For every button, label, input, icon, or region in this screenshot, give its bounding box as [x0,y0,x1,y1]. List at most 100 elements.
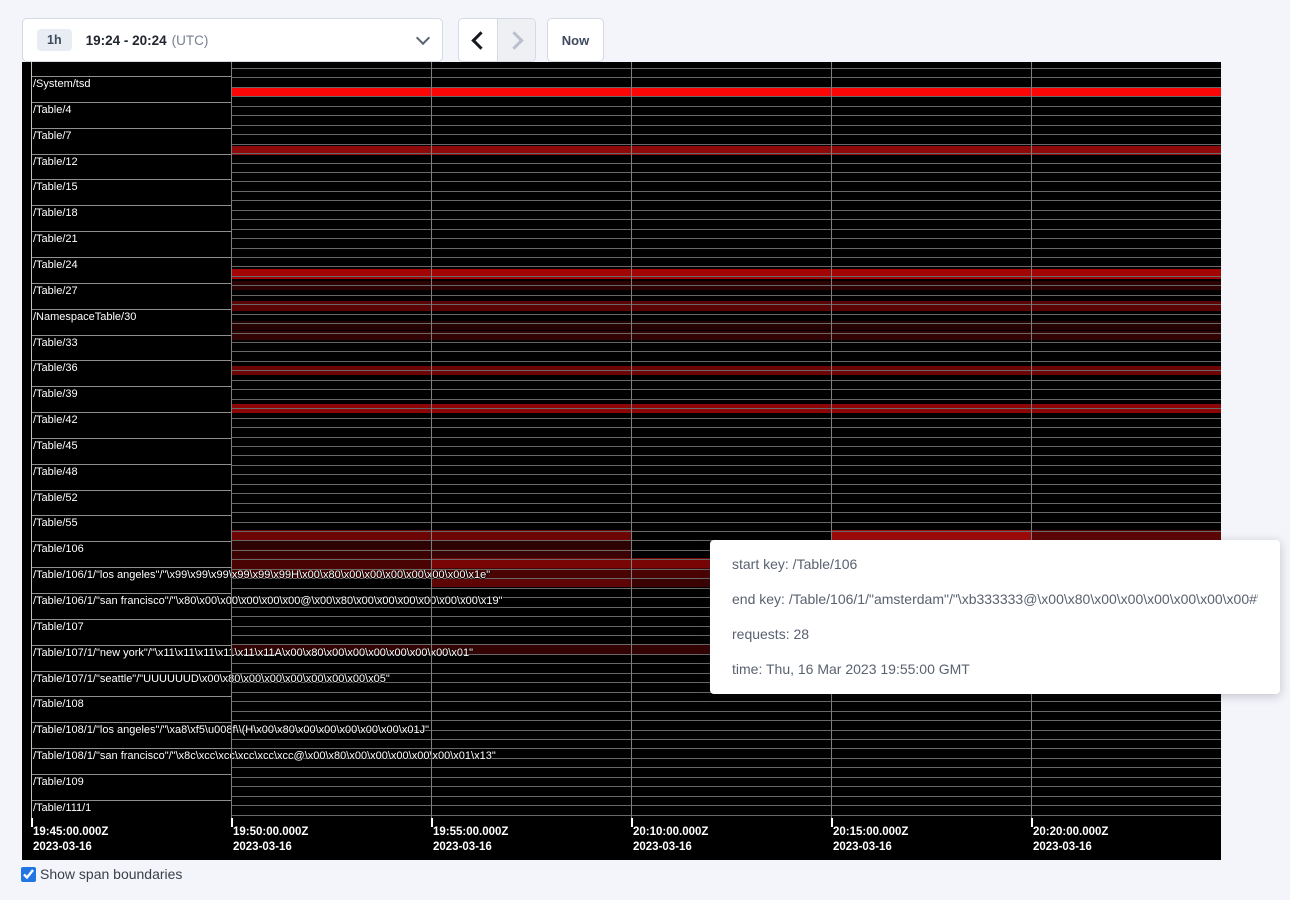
row-label: /Table/55 [33,517,78,530]
show-span-boundaries-checkbox[interactable] [21,867,36,882]
row-label: /System/tsd [33,78,90,91]
row-label: /Table/36 [33,362,78,375]
span-boundary-line [231,361,1221,362]
span-boundary-line [231,295,1221,296]
row-label: /Table/106/1/"san francisco"/"\x80\x00\x… [33,595,503,608]
span-boundary-line [231,493,1221,494]
row-boundary-line [31,128,231,129]
row-boundary-line [31,179,231,180]
row-label: /Table/109 [33,776,84,789]
row-label: /Table/107/1/"seattle"/"UUUUUUD\x00\x80\… [33,673,390,686]
x-axis-label: 20:15:00.000Z 2023-03-16 [833,825,908,855]
row-label: /Table/7 [33,130,72,143]
next-range-button[interactable] [497,19,535,61]
tooltip-time: time: Thu, 16 Mar 2023 19:55:00 GMT [732,660,1258,679]
x-axis-label: 19:50:00.000Z 2023-03-16 [233,825,308,855]
row-label: /Table/27 [33,285,78,298]
row-boundary-line [31,464,231,465]
row-boundary-line [31,154,231,155]
column-gridline [431,62,432,820]
heat-band [231,301,1221,311]
span-boundary-line [231,333,1221,334]
span-boundary-line [231,474,1221,475]
x-axis-label: 20:10:00.000Z 2023-03-16 [633,825,708,855]
span-boundary-line [231,68,1221,69]
show-span-boundaries-label[interactable]: Show span boundaries [40,866,182,882]
row-boundary-line [31,360,231,361]
y-axis-line [31,62,32,826]
x-axis-label: 19:45:00.000Z 2023-03-16 [33,825,108,855]
row-boundary-line [31,309,231,310]
span-boundary-line [231,786,1221,787]
span-boundary-line [231,238,1221,239]
span-boundary-line [231,181,1221,182]
row-label: /NamespaceTable/30 [33,311,136,324]
span-boundary-line [231,144,1221,145]
span-boundary-line [231,87,1221,88]
span-boundary-line [231,455,1221,456]
row-boundary-line [31,490,231,491]
span-boundary-line [231,96,1221,97]
span-boundary-line [231,200,1221,201]
heatmap-canvas[interactable]: /System/tsd/Table/4/Table/7/Table/12/Tab… [22,62,1221,860]
row-boundary-line [31,438,231,439]
prev-range-button[interactable] [459,19,497,61]
row-label: /Table/24 [33,259,78,272]
row-boundary-line [31,205,231,206]
span-boundary-line [231,701,1221,702]
range-preset-badge: 1h [37,29,72,51]
span-boundary-line [231,465,1221,466]
span-tooltip: start key: /Table/106 end key: /Table/10… [710,540,1280,694]
span-boundary-line [231,342,1221,343]
range-text: 19:24 - 20:24 [86,33,167,48]
toolbar: 1h 19:24 - 20:24 (UTC) Now [22,18,604,62]
row-boundary-line [31,800,231,801]
row-boundary-line [31,76,231,77]
span-boundary-line [231,134,1221,135]
row-boundary-line [31,671,231,672]
column-gridline [1031,62,1032,820]
span-boundary-line [231,153,1221,154]
row-label: /Table/39 [33,388,78,401]
span-boundary-line [231,512,1221,513]
span-boundary-line [231,748,1221,749]
row-label: /Table/106/1/"los angeles"/"\x99\x99\x99… [33,569,490,582]
range-zone-label: (UTC) [172,33,209,48]
span-boundary-line [231,285,1221,286]
span-boundary-line [231,427,1221,428]
row-boundary-line [31,722,231,723]
now-button[interactable]: Now [547,18,604,62]
span-boundary-line [231,248,1221,249]
span-boundary-line [231,484,1221,485]
row-boundary-line [31,774,231,775]
span-boundary-line [231,125,1221,126]
row-boundary-line [31,231,231,232]
row-label: /Table/108/1/"san francisco"/"\x8c\xcc\x… [33,750,496,763]
row-label: /Table/107 [33,621,84,634]
column-gridline [231,62,232,820]
span-boundary-line [231,522,1221,523]
span-boundary-line [231,304,1221,305]
x-axis-label: 19:55:00.000Z 2023-03-16 [433,825,508,855]
row-boundary-line [31,541,231,542]
tooltip-start-key: start key: /Table/106 [732,555,1258,574]
chevron-right-icon [505,31,523,49]
span-boundary-line [231,796,1221,797]
span-boundary-line [231,115,1221,116]
row-boundary-line [31,645,231,646]
row-label: /Table/111/1 [33,802,91,815]
row-label: /Table/12 [33,156,78,169]
row-label: /Table/21 [33,233,78,246]
row-label: /Table/48 [33,466,78,479]
heat-band [231,269,1221,279]
chevron-down-icon [416,31,430,45]
row-boundary-line [31,335,231,336]
tooltip-end-key: end key: /Table/106/1/"amsterdam"/"\xb33… [732,590,1258,609]
tooltip-requests: requests: 28 [732,625,1258,644]
row-boundary-line [31,619,231,620]
span-boundary-line [231,815,1221,816]
time-range-select[interactable]: 1h 19:24 - 20:24 (UTC) [22,18,443,62]
row-label: /Table/108 [33,698,84,711]
row-label: /Table/107/1/"new york"/"\x11\x11\x11\x1… [33,647,473,660]
span-boundary-line [231,163,1221,164]
